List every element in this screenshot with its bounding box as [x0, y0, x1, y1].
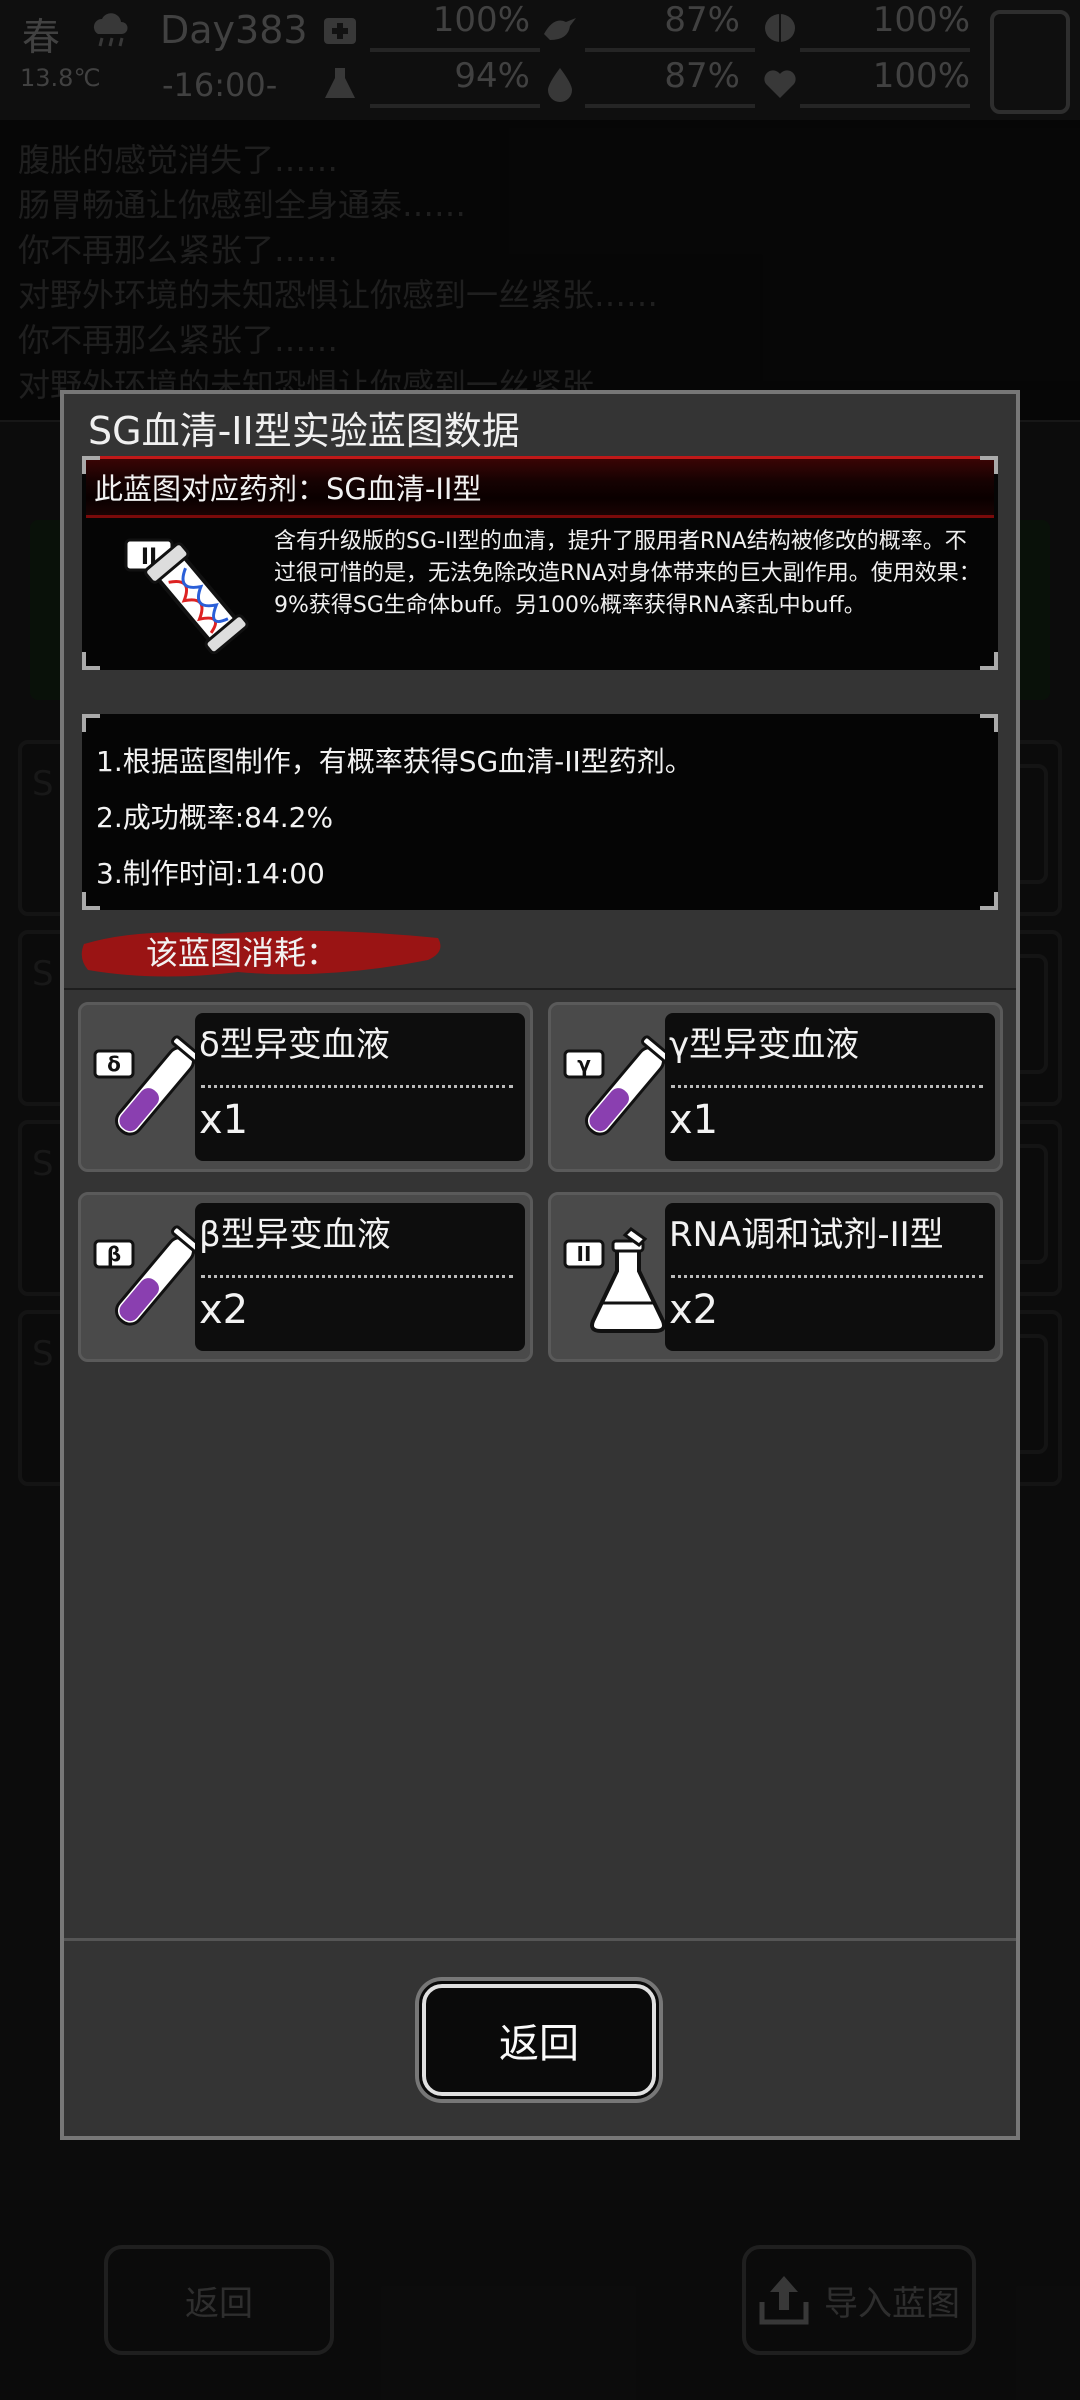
test-tube-icon: γ	[563, 1035, 671, 1136]
ingredient-panel: RNA调和试剂-II型 x2	[665, 1203, 995, 1351]
badge-text: II	[577, 1242, 592, 1266]
dialog-title: SG血清-II型实验蓝图数据	[88, 409, 520, 453]
ingredient-panel: β型异变血液 x2	[195, 1203, 525, 1351]
ingredient-gamma-blood[interactable]: γ γ型异变血液 x1	[548, 1002, 1003, 1172]
ingredient-name: β型异变血液	[199, 1215, 391, 1255]
back-button[interactable]: 返回	[419, 1981, 659, 2099]
blueprint-dialog: SG血清-II型实验蓝图数据 此蓝图对应药剂：SG血清-II型 II 含有升级版…	[60, 390, 1020, 2140]
ingredient-delta-blood[interactable]: δ δ型异变血液 x1	[78, 1002, 533, 1172]
step-3-craft-time: 3.制作时间:14:00	[96, 857, 325, 890]
potion-description: 含有升级版的SG-II型的血清，提升了服用者RNA结构被修改的概率。不过很可惜的…	[274, 529, 981, 618]
ingredient-panel: δ型异变血液 x1	[195, 1013, 525, 1161]
consume-label: 该蓝图消耗：	[146, 934, 339, 972]
ingredient-name: δ型异变血液	[199, 1025, 390, 1065]
footer-divider	[64, 1938, 1016, 1941]
potion-header: 此蓝图对应药剂：SG血清-II型	[94, 472, 482, 506]
badge-text: γ	[577, 1052, 591, 1076]
blueprint-steps-box: 1.根据蓝图制作，有概率获得SG血清-II型药剂。 2.成功概率:84.2% 3…	[82, 714, 998, 910]
dotted-divider	[671, 1275, 983, 1278]
badge-text: δ	[107, 1052, 121, 1076]
serum-vial-icon: II	[124, 538, 249, 654]
ingredient-panel: γ型异变血液 x1	[665, 1013, 995, 1161]
ingredient-name: RNA调和试剂-II型	[669, 1215, 944, 1255]
dotted-divider	[201, 1085, 513, 1088]
step-2-success-rate: 2.成功概率:84.2%	[96, 801, 334, 834]
ingredient-name: γ型异变血液	[669, 1025, 860, 1065]
badge-text: β	[107, 1242, 121, 1266]
test-tube-icon: δ	[93, 1035, 201, 1136]
flask-icon: II	[563, 1227, 666, 1333]
ingredient-qty: x2	[199, 1287, 249, 1333]
ingredient-qty: x1	[669, 1097, 719, 1143]
test-tube-icon: β	[93, 1225, 201, 1326]
step-1: 1.根据蓝图制作，有概率获得SG血清-II型药剂。	[96, 745, 693, 778]
dotted-divider	[201, 1275, 513, 1278]
ingredient-qty: x1	[199, 1097, 249, 1143]
divider	[64, 988, 1016, 990]
ingredient-rna-reagent[interactable]: II RNA调和试剂-II型 x2	[548, 1192, 1003, 1362]
ingredient-qty: x2	[669, 1287, 719, 1333]
potion-info-box: 此蓝图对应药剂：SG血清-II型 II 含有升级版的SG-II型的血清，提升了服…	[82, 456, 998, 670]
back-button-label: 返回	[499, 2021, 579, 2067]
ingredient-beta-blood[interactable]: β β型异变血液 x2	[78, 1192, 533, 1362]
dotted-divider	[671, 1085, 983, 1088]
